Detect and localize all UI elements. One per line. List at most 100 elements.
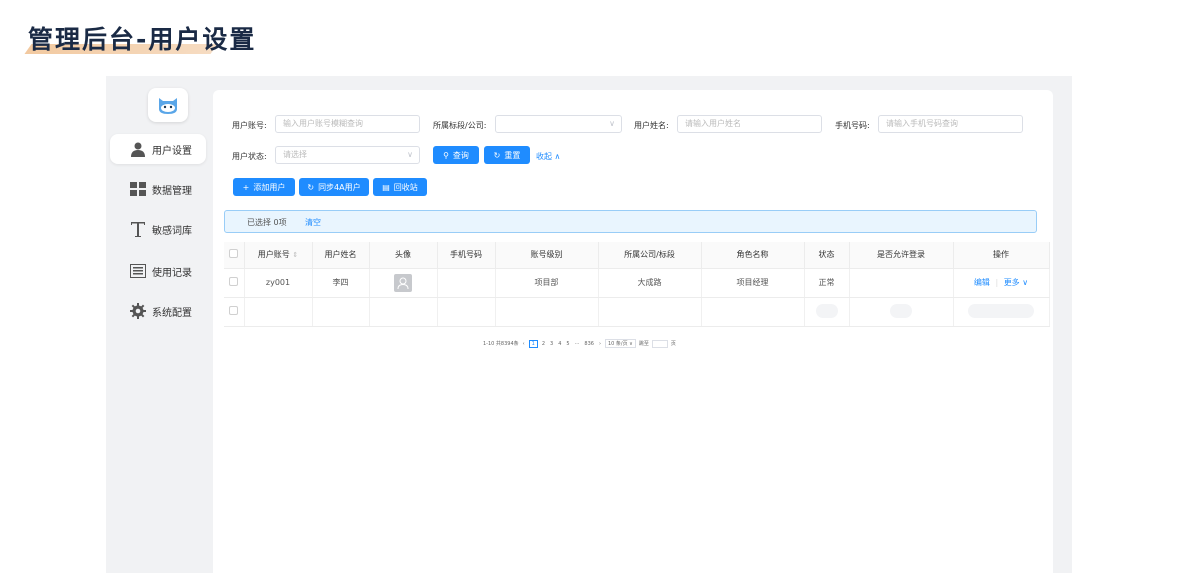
- column-header: 状态: [804, 242, 850, 269]
- column-header: 操作: [953, 242, 1050, 269]
- page-button[interactable]: 3: [549, 341, 554, 347]
- goto-page-input[interactable]: [651, 339, 668, 348]
- search-button[interactable]: ⚲ 查询: [433, 146, 479, 164]
- row-select-cell: [224, 268, 245, 298]
- name-label: 用户姓名:: [634, 121, 669, 130]
- sort-icon[interactable]: ⇕: [292, 251, 298, 259]
- select-all-cell: [224, 242, 245, 269]
- column-header: 账号级别: [495, 242, 599, 269]
- column-header: 角色名称: [701, 242, 805, 269]
- pagination-summary: 1-10 共8394条: [483, 341, 519, 347]
- name-cell: 李四: [312, 268, 370, 298]
- document-icon: ▤: [382, 182, 390, 192]
- cat-logo-icon: [159, 98, 177, 114]
- column-header-label: 用户账号: [257, 250, 290, 260]
- page-ellipsis[interactable]: ···: [574, 341, 581, 347]
- status-cell: 正常: [804, 268, 850, 298]
- sidebar: 用户设置 数据管理 敏感词库 使用记录 系统配置: [106, 76, 210, 573]
- chevron-down-icon: ∨: [629, 341, 633, 347]
- status-select[interactable]: 请选择 ∨: [275, 146, 420, 164]
- add-user-label: 添加用户: [253, 182, 286, 192]
- gear-icon: [128, 301, 148, 321]
- table-row: [224, 297, 1050, 327]
- account-input[interactable]: 输入用户账号模糊查询: [275, 115, 420, 133]
- app-window: 用户设置 数据管理 敏感词库 使用记录 系统配置 用户账号: 输入用户账号模糊查…: [106, 76, 1072, 573]
- phone-placeholder: 请输入手机号码查询: [886, 119, 958, 128]
- sidebar-item-label: 敏感词库: [152, 225, 192, 237]
- sync-icon: ↻: [307, 182, 315, 192]
- column-header[interactable]: 用户账号 ⇕: [244, 242, 313, 269]
- refresh-icon: ↻: [493, 150, 501, 160]
- recycle-bin-button[interactable]: ▤ 回收站: [373, 178, 427, 196]
- collapse-link[interactable]: 收起 ∧: [536, 151, 560, 162]
- prev-page-button[interactable]: ‹: [522, 341, 526, 347]
- goto-label: 跳至: [638, 341, 649, 347]
- page-button[interactable]: 2: [541, 341, 546, 347]
- empty-cell: [598, 297, 702, 327]
- actions-cell: 编辑 | 更多 ∨: [953, 268, 1050, 298]
- sync-4a-button[interactable]: ↻ 同步4A用户: [299, 178, 369, 196]
- org-select[interactable]: ∨: [495, 115, 622, 133]
- user-icon: [128, 139, 148, 159]
- clear-selection-link[interactable]: 清空: [305, 217, 321, 228]
- sidebar-item-user-settings[interactable]: 用户设置: [110, 134, 206, 164]
- action-divider: |: [995, 278, 999, 287]
- allow-login-cell: [849, 268, 954, 298]
- row-select-cell: [224, 297, 245, 327]
- blurred-placeholder: [890, 303, 912, 318]
- plus-icon: +: [242, 182, 250, 192]
- recycle-bin-label: 回收站: [393, 182, 418, 192]
- text-icon: [128, 219, 148, 239]
- page-button-current[interactable]: 1: [528, 339, 538, 348]
- empty-cell: [804, 297, 850, 327]
- account-cell: zy001: [244, 268, 313, 298]
- chevron-down-icon: ∨: [609, 119, 615, 128]
- grid-icon: [128, 179, 148, 199]
- name-placeholder: 请输入用户姓名: [685, 119, 741, 128]
- list-icon: [128, 261, 148, 281]
- phone-input[interactable]: 请输入手机号码查询: [878, 115, 1023, 133]
- row-checkbox[interactable]: [229, 306, 239, 315]
- empty-cell: [244, 297, 313, 327]
- selection-count: 已选择 0项: [247, 218, 287, 227]
- name-input[interactable]: 请输入用户姓名: [677, 115, 822, 133]
- page-title: 管理后台-用户设置: [28, 25, 257, 54]
- page-button[interactable]: 4: [557, 341, 562, 347]
- more-label: 更多: [1003, 278, 1020, 287]
- selection-alert: 已选择 0项 清空: [224, 210, 1037, 233]
- column-header: 头像: [369, 242, 438, 269]
- add-user-button[interactable]: + 添加用户: [233, 178, 295, 196]
- chevron-down-icon: ∨: [1022, 278, 1029, 287]
- page-size-select[interactable]: 10 条/页 ∨: [604, 339, 636, 348]
- select-all-checkbox[interactable]: [229, 249, 239, 259]
- page-button[interactable]: 836: [583, 341, 595, 347]
- reset-button-label: 重置: [504, 150, 521, 160]
- empty-cell: [369, 297, 438, 327]
- sidebar-item-system-config[interactable]: 系统配置: [110, 296, 206, 326]
- reset-button[interactable]: ↻ 重置: [484, 146, 530, 164]
- column-header: 所属公司/标段: [598, 242, 702, 269]
- column-header: 用户姓名: [312, 242, 370, 269]
- blurred-placeholder: [815, 303, 838, 318]
- phone-label: 手机号码:: [835, 121, 870, 130]
- main-panel: 用户账号: 输入用户账号模糊查询 所属标段/公司: ∨ 用户姓名: 请输入用户姓…: [213, 90, 1053, 573]
- sidebar-item-label: 使用记录: [152, 267, 192, 279]
- page-button[interactable]: 5: [565, 341, 570, 347]
- org-cell: 大成路: [598, 268, 702, 298]
- sidebar-item-data-management[interactable]: 数据管理: [110, 174, 206, 204]
- user-table: 用户账号 ⇕ 用户姓名 头像 手机号码 账号级别 所属公司/标段 角色名称 状态…: [224, 242, 1050, 327]
- logo: [148, 88, 188, 122]
- empty-cell: [495, 297, 599, 327]
- sync-4a-label: 同步4A用户: [318, 182, 361, 192]
- sidebar-item-usage-records[interactable]: 使用记录: [110, 256, 206, 286]
- row-checkbox[interactable]: [229, 277, 239, 286]
- more-link[interactable]: 更多 ∨: [1004, 278, 1028, 287]
- table-header-row: 用户账号 ⇕ 用户姓名 头像 手机号码 账号级别 所属公司/标段 角色名称 状态…: [224, 242, 1050, 269]
- sidebar-item-sensitive-words[interactable]: 敏感词库: [110, 214, 206, 244]
- edit-link[interactable]: 编辑: [974, 278, 990, 287]
- sidebar-item-label: 数据管理: [152, 185, 192, 197]
- next-page-button[interactable]: ›: [598, 341, 602, 347]
- status-label: 用户状态:: [232, 152, 267, 161]
- level-cell: 项目部: [495, 268, 599, 298]
- status-placeholder: 请选择: [283, 150, 307, 159]
